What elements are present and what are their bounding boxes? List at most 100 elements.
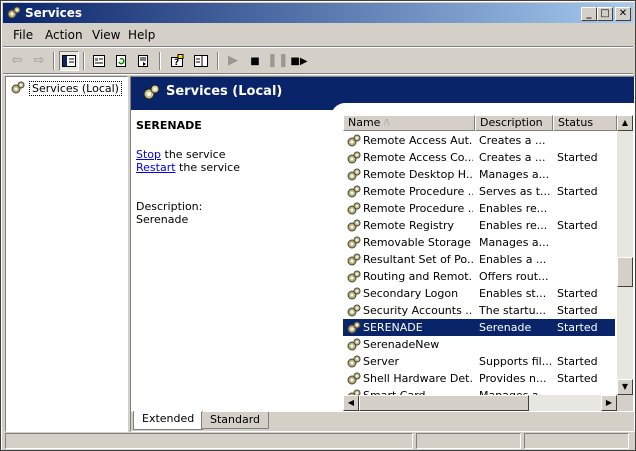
console-tree: Services (Local)	[5, 76, 128, 432]
title-bar[interactable]: Services _ □ ✕	[3, 3, 633, 23]
menu-help[interactable]: Help	[128, 28, 155, 42]
table-row[interactable]: Remote Procedure ... Enables re...	[343, 200, 615, 217]
export-list-button[interactable]	[133, 51, 153, 71]
service-name-cell: Server	[363, 355, 400, 368]
service-gear-icon	[347, 287, 361, 300]
service-status-cell: Started	[557, 355, 598, 368]
table-row[interactable]: Remote Access Aut... Creates a ...	[343, 132, 615, 149]
menu-file[interactable]: File	[13, 28, 33, 42]
service-status-cell: Started	[557, 304, 598, 317]
show-action-pane-button[interactable]	[191, 51, 211, 71]
service-description-cell: Provides n...	[479, 372, 547, 385]
service-description-cell: Creates a ...	[479, 151, 546, 164]
table-row[interactable]: SerenadeNew	[343, 336, 615, 353]
help-button[interactable]: ?	[167, 51, 187, 71]
horizontal-scroll-thumb[interactable]	[359, 395, 529, 411]
status-panel-2	[416, 433, 521, 449]
back-arrow-icon: ⇦	[11, 53, 23, 68]
service-description-cell: Enables st...	[479, 287, 547, 300]
services-gear-icon	[143, 84, 160, 100]
service-name-cell: Remote Procedure ...	[363, 202, 473, 215]
tree-item-services-local[interactable]: Services (Local)	[10, 80, 122, 96]
window-title: Services	[25, 6, 83, 20]
restart-service-button[interactable]: ■▶	[289, 51, 309, 71]
properties-button[interactable]	[89, 51, 109, 71]
vertical-scroll-thumb[interactable]	[617, 257, 633, 287]
status-bar	[3, 432, 633, 450]
service-name-cell: Shell Hardware Det...	[363, 372, 473, 385]
service-gear-icon	[347, 321, 361, 334]
pause-service-button[interactable]: ❚❚	[267, 51, 289, 71]
start-service-button[interactable]: ▶	[223, 51, 243, 71]
scroll-left-button[interactable]: ◀	[343, 395, 359, 411]
restart-action: Restart the service	[136, 161, 240, 174]
scroll-right-button[interactable]: ▶	[601, 395, 617, 411]
refresh-button[interactable]	[111, 51, 131, 71]
table-row[interactable]: Remote Registry Enables re... Started	[343, 217, 615, 234]
stop-service-button[interactable]: ■	[245, 51, 265, 71]
details-pane: Services (Local) SERENADE Stop the servi…	[130, 76, 635, 432]
toolbar-separator	[53, 52, 55, 70]
restart-service-link[interactable]: Restart	[136, 161, 176, 174]
maximize-button[interactable]: □	[597, 7, 613, 21]
service-name-cell: Remote Access Co...	[363, 151, 473, 164]
table-row[interactable]: Smart Card Manages a...	[343, 387, 615, 395]
service-status-cell: Started	[557, 185, 598, 198]
service-name-cell: Resultant Set of Po...	[363, 253, 473, 266]
service-gear-icon	[347, 338, 361, 351]
service-gear-icon	[347, 134, 361, 147]
export-list-icon	[138, 55, 148, 67]
services-gear-icon	[11, 81, 25, 94]
description-label: Description:	[136, 200, 203, 213]
menu-action[interactable]: Action	[45, 28, 83, 42]
service-status-cell: Started	[557, 287, 598, 300]
service-description-cell: Offers rout...	[479, 270, 549, 283]
forward-button[interactable]: ⇨	[29, 51, 49, 71]
show-hide-console-tree-button[interactable]	[59, 51, 79, 71]
service-description-cell: Enables re...	[479, 202, 548, 215]
table-row[interactable]: Remote Access Co... Creates a ... Started	[343, 149, 615, 166]
menu-bar: File Action View Help	[3, 25, 633, 45]
tab-extended[interactable]: Extended	[133, 411, 204, 430]
view-tabs: Extended Standard	[131, 411, 634, 431]
stop-service-link[interactable]: Stop	[136, 148, 161, 161]
service-gear-icon	[347, 236, 361, 249]
services-window: Services _ □ ✕ File Action View Help ⇦ ⇨…	[0, 0, 636, 451]
vertical-scrollbar[interactable]: ▲ ▼	[617, 115, 633, 395]
arrow-right-icon: ▶	[605, 398, 613, 407]
service-name-cell: SerenadeNew	[363, 338, 440, 351]
stop-action-text: the service	[161, 148, 226, 161]
restart-action-text: the service	[175, 161, 240, 174]
table-row[interactable]: Secondary Logon Enables st... Started	[343, 285, 615, 302]
scroll-down-button[interactable]: ▼	[617, 379, 633, 395]
pane-header: Services (Local)	[131, 77, 634, 117]
service-description-cell: Enables re...	[479, 219, 548, 232]
table-row[interactable]: Removable Storage Manages a...	[343, 234, 615, 251]
tab-standard[interactable]: Standard	[201, 412, 270, 429]
horizontal-scrollbar[interactable]: ◀ ▶	[343, 395, 617, 411]
pane-title: Services (Local)	[166, 84, 283, 99]
minimize-button[interactable]: _	[581, 7, 597, 21]
table-row[interactable]: Server Supports fil... Started	[343, 353, 615, 370]
service-gear-icon	[347, 270, 361, 283]
close-button[interactable]: ✕	[615, 7, 631, 21]
back-button[interactable]: ⇦	[7, 51, 27, 71]
service-gear-icon	[347, 151, 361, 164]
table-row[interactable]: Shell Hardware Det... Provides n... Starte…	[343, 370, 615, 387]
stop-icon: ■	[250, 56, 260, 67]
table-row[interactable]: Routing and Remot... Offers rout...	[343, 268, 615, 285]
services-rows: Remote Access Aut... Creates a ... Remote …	[343, 115, 617, 395]
service-gear-icon	[347, 185, 361, 198]
scroll-up-button[interactable]: ▲	[617, 115, 633, 131]
table-row[interactable]: Remote Procedure ... Serves as t... Starte…	[343, 183, 615, 200]
table-row[interactable]: Remote Desktop H... Manages a...	[343, 166, 615, 183]
service-description-cell: Manages a...	[479, 236, 550, 249]
menu-view[interactable]: View	[92, 28, 120, 42]
minimize-icon: _	[586, 8, 592, 19]
toolbar: ⇦ ⇨ ? ▶ ■ ❚❚ ■▶	[3, 48, 633, 74]
table-row[interactable]: SERENADE Serenade Started	[343, 319, 615, 336]
toolbar-separator	[217, 52, 219, 70]
table-row[interactable]: Security Accounts ... The startu... Starte…	[343, 302, 615, 319]
service-name-cell: Remote Registry	[363, 219, 454, 232]
table-row[interactable]: Resultant Set of Po... Enables a ...	[343, 251, 615, 268]
